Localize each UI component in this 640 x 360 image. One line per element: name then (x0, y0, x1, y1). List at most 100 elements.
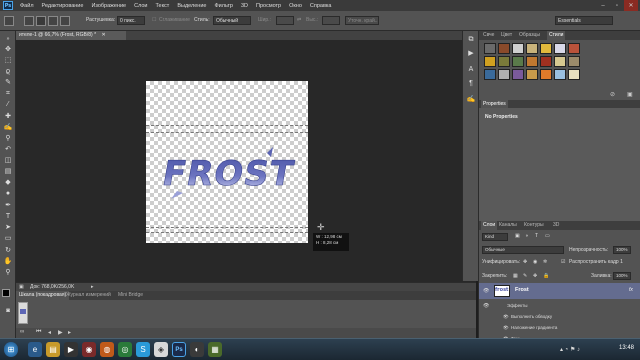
style-swatch[interactable] (512, 56, 524, 67)
effect-eye-icon[interactable]: 👁 (503, 325, 509, 331)
app-icon[interactable]: ▦ (208, 342, 222, 357)
tab-swatches-history[interactable]: Свче (483, 32, 494, 38)
style-swatch[interactable] (526, 56, 538, 67)
next-frame-icon[interactable]: ▸ (68, 329, 71, 336)
layer-filter-select[interactable]: Kind (482, 233, 508, 241)
menu-help[interactable]: Справка (306, 3, 336, 9)
unify-style-icon[interactable]: ✲ (543, 259, 547, 265)
status-arrow-icon[interactable]: ▸ (91, 284, 94, 290)
history-brush-tool-icon[interactable]: ↶ (3, 145, 13, 154)
lock-position-icon[interactable]: ✥ (533, 273, 537, 279)
crop-tool-icon[interactable]: ⌗ (3, 89, 13, 98)
swap-icon[interactable]: ⇄ (297, 17, 301, 23)
menu-3d[interactable]: 3D (237, 3, 252, 9)
eraser-tool-icon[interactable]: ◫ (3, 156, 13, 165)
effects-eye-icon[interactable]: 👁 (483, 303, 489, 309)
tab-timeline[interactable]: Шкала (покадровая) (16, 291, 70, 300)
tab-measurement-log[interactable]: Журнал измерений (66, 292, 111, 298)
add-to-selection-icon[interactable] (36, 16, 46, 26)
document-tab[interactable]: ителе-1 @ 66,7% (Frost, RGB/8) * ✕ (16, 31, 126, 40)
type-tool-icon[interactable]: T (3, 212, 13, 221)
menu-file[interactable]: Файл (16, 3, 38, 9)
effect-gradient-overlay[interactable]: Наложение градиента (511, 325, 557, 330)
photoshop-taskbar-icon[interactable]: Ps (172, 342, 186, 357)
filter-type-icon[interactable]: T (535, 233, 538, 239)
quick-selection-tool-icon[interactable]: ✎ (3, 78, 13, 87)
firefox-icon[interactable]: ◍ (100, 342, 114, 357)
rectangle-tool-icon[interactable]: ▭ (3, 234, 13, 243)
antialias-checkbox[interactable]: ☐ (152, 17, 156, 23)
brush-panel-icon[interactable]: ✍ (466, 95, 476, 105)
marquee-tool-icon[interactable]: ⬚ (3, 56, 13, 65)
3d-rotate-tool-icon[interactable]: ↻ (3, 246, 13, 255)
menu-type[interactable]: Текст (151, 3, 173, 9)
style-swatch[interactable] (526, 69, 538, 80)
menu-layers[interactable]: Слои (130, 3, 151, 9)
pen-tool-icon[interactable]: ✒ (3, 201, 13, 210)
prev-frame-icon[interactable]: ◂ (48, 329, 51, 336)
effect-stroke[interactable]: Выполнить обводку (511, 314, 552, 319)
lock-image-icon[interactable]: ✎ (523, 273, 527, 279)
layer-row-frost[interactable]: 👁 frost Frost fx (479, 283, 640, 299)
app-icon[interactable]: ◉ (82, 342, 96, 357)
new-selection-icon[interactable] (24, 16, 34, 26)
style-swatch[interactable] (484, 69, 496, 80)
quick-mask-icon[interactable]: ◙ (3, 307, 13, 316)
lock-all-icon[interactable]: 🔒 (543, 273, 549, 279)
unify-position-icon[interactable]: ✥ (523, 259, 527, 265)
system-clock[interactable]: 13:48 (619, 345, 634, 351)
style-swatch[interactable] (554, 43, 566, 54)
style-swatch[interactable] (484, 56, 496, 67)
tab-paths[interactable]: Контуры (524, 222, 544, 228)
app-icon[interactable]: ◐ (190, 342, 204, 357)
path-selection-tool-icon[interactable]: ➤ (3, 223, 13, 232)
collapse-tools-icon[interactable]: » (3, 35, 13, 44)
dodge-tool-icon[interactable]: ● (3, 189, 13, 198)
eyedropper-tool-icon[interactable]: ⁄ (3, 100, 13, 109)
ie-icon[interactable]: e (28, 342, 42, 357)
style-swatch[interactable] (512, 69, 524, 80)
feather-input[interactable]: 0 пикс. (117, 16, 145, 25)
subtract-selection-icon[interactable] (48, 16, 58, 26)
blur-tool-icon[interactable]: ◆ (3, 178, 13, 187)
fx-badge[interactable]: fx (629, 287, 633, 293)
layer-name[interactable]: Frost (515, 287, 529, 293)
history-panel-icon[interactable]: ⧉ (466, 35, 476, 45)
style-swatch[interactable] (568, 43, 580, 54)
menu-image[interactable]: Изображение (87, 3, 130, 9)
width-input[interactable] (276, 16, 294, 25)
move-tool-icon[interactable]: ✥ (3, 45, 13, 54)
menu-view[interactable]: Просмотр (252, 3, 285, 9)
opacity-input[interactable]: 100% (613, 246, 631, 254)
foreground-color-swatch[interactable] (2, 289, 10, 297)
chrome-icon[interactable]: ◎ (118, 342, 132, 357)
style-swatch[interactable] (526, 43, 538, 54)
clone-stamp-tool-icon[interactable]: ⚲ (3, 134, 13, 143)
healing-brush-tool-icon[interactable]: ✚ (3, 112, 13, 121)
style-swatch[interactable] (498, 56, 510, 67)
hand-tool-icon[interactable]: ✋ (3, 257, 13, 266)
filter-adjustment-icon[interactable]: ◑ (525, 233, 528, 239)
refine-edge-button[interactable]: Уточн. край... (345, 16, 379, 25)
skype-icon[interactable]: S (136, 342, 150, 357)
style-swatch[interactable] (498, 43, 510, 54)
canvas-area[interactable]: FROST ✛ (16, 40, 476, 282)
menu-window[interactable]: Окно (285, 3, 306, 9)
tab-swatches[interactable]: Образцы (519, 32, 540, 38)
eye-icon[interactable]: 👁 (483, 288, 489, 294)
style-swatch[interactable] (540, 56, 552, 67)
menu-select[interactable]: Выделение (173, 3, 210, 9)
minimize-icon[interactable]: – (596, 0, 610, 11)
height-input[interactable] (322, 16, 340, 25)
tab-layers[interactable]: Слои (481, 221, 498, 230)
zoom-tool-icon[interactable]: ⚲ (3, 268, 13, 277)
style-swatch[interactable] (540, 69, 552, 80)
lasso-tool-icon[interactable]: ϱ (3, 67, 13, 76)
maximize-icon[interactable]: ▫ (610, 0, 624, 11)
style-swatch[interactable] (540, 43, 552, 54)
clear-style-icon[interactable]: ⊘ (610, 91, 615, 98)
tray-icons[interactable]: ▴ ◔ ⚑ ♪ (560, 346, 580, 353)
actions-panel-icon[interactable]: ▶ (466, 49, 476, 59)
marquee-tool-preset-icon[interactable] (4, 16, 14, 26)
style-swatch[interactable] (498, 69, 510, 80)
